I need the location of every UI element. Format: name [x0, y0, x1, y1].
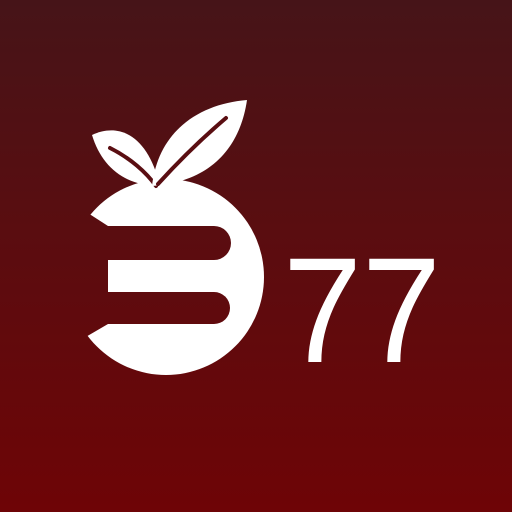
brand-number-text: 77 — [283, 236, 441, 368]
right-leaf-icon — [152, 100, 247, 186]
brand-number: 77 — [283, 236, 441, 368]
left-leaf-icon — [92, 130, 160, 188]
app-icon[interactable]: 77 — [0, 0, 512, 512]
apple-body — [68, 179, 264, 375]
